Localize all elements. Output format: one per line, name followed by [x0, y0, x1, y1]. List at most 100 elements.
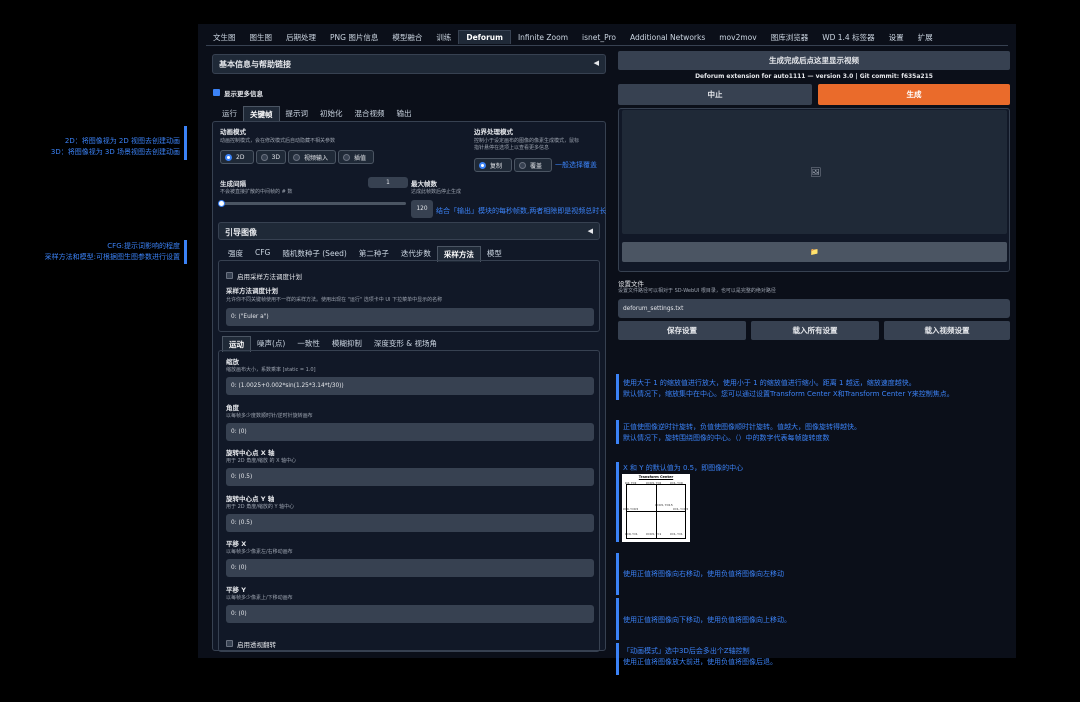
open-folder-button[interactable]: 📁 — [622, 242, 1007, 262]
generate-button[interactable]: 生成 — [818, 84, 1010, 105]
border-desc: 指针悬停在选项上以查看更多信息 — [474, 145, 550, 151]
note-bar — [616, 598, 619, 640]
guided-images-accordion[interactable]: 引导图像 ◀ — [218, 222, 600, 240]
center-y-label: 旋转中心点 Y 轴 — [226, 494, 275, 503]
note-bar — [616, 462, 619, 542]
top-tab-0[interactable]: 文生图 — [206, 30, 243, 45]
cadence-desc: 不会被直接扩散的中间帧的 # 数 — [220, 189, 293, 195]
enable-sampler-label: 启用采样方法调度计划 — [237, 273, 302, 281]
top-tab-6[interactable]: Deforum — [458, 30, 511, 44]
note-zoom-1: 使用大于 1 的缩放值进行放大，使用小于 1 的缩放值进行缩小。距离 1 越远，… — [623, 379, 916, 387]
center-y-input[interactable]: 0: (0.5) — [226, 513, 594, 532]
note-zoom-2: 默认情况下，缩放集中在中心。您可以通过设置Transform Center X和… — [623, 390, 954, 398]
max-frames-label: 最大帧数 — [411, 180, 437, 188]
sampler-schedule-desc: 允许你不同关键帧使用不一样的采样方法。使用出现在 "运行" 选项卡中 UI 下拉… — [226, 297, 443, 303]
top-tab-8[interactable]: isnet_Pro — [575, 31, 623, 44]
cadence-value-input[interactable]: 1 — [368, 177, 408, 188]
diagram-label: X=0, Y=0.5 — [623, 508, 639, 511]
diagram-label: X=1, Y=1 — [670, 533, 683, 536]
webui-app: 文生图 图生图 后期处理 PNG 图片信息 模型融合 训练 Deforum Infinite … — [198, 24, 1016, 658]
settings-file-input[interactable]: deforum_settings.txt — [618, 299, 1010, 318]
top-tab-10[interactable]: mov2mov — [712, 31, 763, 44]
zoom-label: 缩放 — [226, 358, 239, 366]
show-video-button[interactable]: 生成完成后点这里显示视频 — [618, 51, 1010, 70]
cadence-label: 生成间隔 — [220, 180, 246, 188]
enable-perspective-checkbox[interactable] — [226, 640, 233, 647]
top-tab-7[interactable]: Infinite Zoom — [511, 31, 575, 44]
border-wrap-radio[interactable]: 覆盖 — [514, 158, 552, 172]
top-tab-12[interactable]: WD 1.4 标签器 — [815, 30, 881, 45]
note-translate-z-2: 使用正值将图像放大前进，使用负值将图像后退。 — [623, 658, 777, 666]
diagram-title: Transform Center — [638, 475, 674, 479]
info-accordion-title: 基本信息与帮助链接 — [219, 60, 291, 69]
diagram-label: 0,0; Y=0 — [625, 482, 637, 485]
deforum-tab-2[interactable]: 提示词 — [280, 106, 315, 122]
translate-y-input[interactable]: 0: (0) — [226, 604, 594, 623]
zoom-input[interactable]: 0: (1.0025+0.002*sin(1.25*3.14*t/30)) — [226, 377, 594, 395]
max-frames-desc: 达成此帧数后停止生成 — [411, 189, 462, 195]
version-text: Deforum extension for auto1111 — version… — [695, 73, 933, 80]
note-bar — [616, 420, 619, 444]
radio-on-icon — [225, 153, 232, 161]
border-label: 边界处理模式 — [474, 128, 513, 136]
stop-button[interactable]: 中止 — [618, 84, 812, 105]
translate-y-label: 平移 Y — [226, 585, 246, 594]
diagram-label: X=1, Y=0 — [670, 482, 683, 485]
show-more-checkbox[interactable] — [213, 89, 220, 96]
max-frames-input[interactable]: 120 — [411, 200, 433, 218]
sampler-schedule-input[interactable]: 0: ("Euler a") — [226, 308, 594, 326]
save-settings-button[interactable]: 保存设置 — [618, 321, 746, 340]
note-angle-1: 正值使图像逆时针旋转，负值使图像顺时针旋转。值越大，图像旋转得越快。 — [623, 423, 861, 431]
top-tab-14[interactable]: 扩展 — [911, 30, 940, 45]
top-tab-2[interactable]: 后期处理 — [279, 30, 323, 45]
diagram-label: X=0.5, Y=0.5 — [655, 504, 673, 507]
top-tab-4[interactable]: 模型融合 — [385, 30, 429, 45]
top-tabs: 文生图 图生图 后期处理 PNG 图片信息 模型融合 训练 Deforum Infinite … — [206, 29, 940, 45]
load-all-settings-button[interactable]: 载入所有设置 — [751, 321, 879, 340]
info-accordion[interactable]: 基本信息与帮助链接 ◀ — [212, 54, 606, 74]
mode-interp-radio[interactable]: 插值 — [338, 150, 374, 164]
translate-x-input[interactable]: 0: (0) — [226, 559, 594, 577]
settings-file-desc: 设置文件路径可以相对于 SD-WebUI 根目录，也可以是完整的绝对路径 — [618, 288, 776, 294]
translate-y-desc: 以每帧多少像素上/下移动画布 — [226, 594, 293, 601]
deforum-tab-0[interactable]: 运行 — [216, 106, 243, 122]
angle-input[interactable]: 0: (0) — [226, 422, 594, 441]
note-border: 一般选择覆盖 — [555, 161, 597, 169]
note-bar — [184, 126, 187, 160]
enable-sampler-checkbox[interactable] — [226, 272, 233, 279]
note-bar — [184, 240, 187, 264]
deforum-tab-4[interactable]: 混合视频 — [349, 106, 391, 122]
mode-3d-radio[interactable]: 3D — [256, 150, 286, 164]
note-bar — [616, 553, 619, 595]
border-replicate-radio[interactable]: 复制 — [474, 158, 512, 172]
deforum-tab-5[interactable]: 输出 — [391, 106, 418, 122]
note-translate-x: 使用正值将图像向右移动，使用负值将图像向左移动 — [623, 570, 784, 578]
top-tab-9[interactable]: Additional Networks — [623, 31, 712, 44]
slider-handle[interactable] — [218, 200, 225, 207]
collapse-arrow-icon: ◀ — [587, 227, 593, 235]
deforum-tab-3[interactable]: 初始化 — [314, 106, 349, 122]
animation-mode-label: 动画模式 — [220, 128, 246, 136]
top-tab-1[interactable]: 图生图 — [243, 30, 280, 45]
angle-desc: 以每帧多少度数顺时针/逆时针旋转画布 — [226, 412, 313, 419]
mode-2d-radio[interactable]: 2D — [220, 150, 254, 164]
note-3d: 3D：将图像视为 3D 场景视图去创建动画 — [50, 148, 180, 156]
top-tab-3[interactable]: PNG 图片信息 — [323, 30, 385, 45]
top-tab-11[interactable]: 图库浏览器 — [764, 30, 816, 45]
diagram-label: X=0, Y=1 — [625, 533, 638, 536]
note-cfg: CFG:提示词影响的程度 — [107, 242, 180, 250]
center-x-desc: 用于 2D 角度/缩放 的 X 轴中心 — [226, 458, 297, 464]
deforum-tab-1[interactable]: 关键帧 — [243, 106, 280, 122]
load-video-settings-button[interactable]: 载入视频设置 — [884, 321, 1010, 340]
sampler-schedule-label: 采样方法调度计划 — [226, 287, 278, 295]
mode-video-radio[interactable]: 视频输入 — [288, 150, 336, 164]
top-tab-5[interactable]: 训练 — [429, 30, 458, 45]
note-sampler: 采样方法和模型:可根据图生图参数进行设置 — [44, 253, 180, 261]
center-x-input[interactable]: 0: (0.5) — [226, 468, 594, 486]
note-center: X 和 Y 的默认值为 0.5，即图像的中心 — [623, 464, 744, 472]
animation-mode-desc: 动画控制模式，会在修改模式后自动隐藏不相关参数 — [220, 138, 336, 144]
cadence-slider[interactable] — [218, 200, 406, 207]
enable-perspective-label: 启用透视翻转 — [237, 641, 276, 649]
top-tab-13[interactable]: 设置 — [882, 30, 911, 45]
diagram-label: X=0.5, Y=1 — [646, 533, 662, 536]
